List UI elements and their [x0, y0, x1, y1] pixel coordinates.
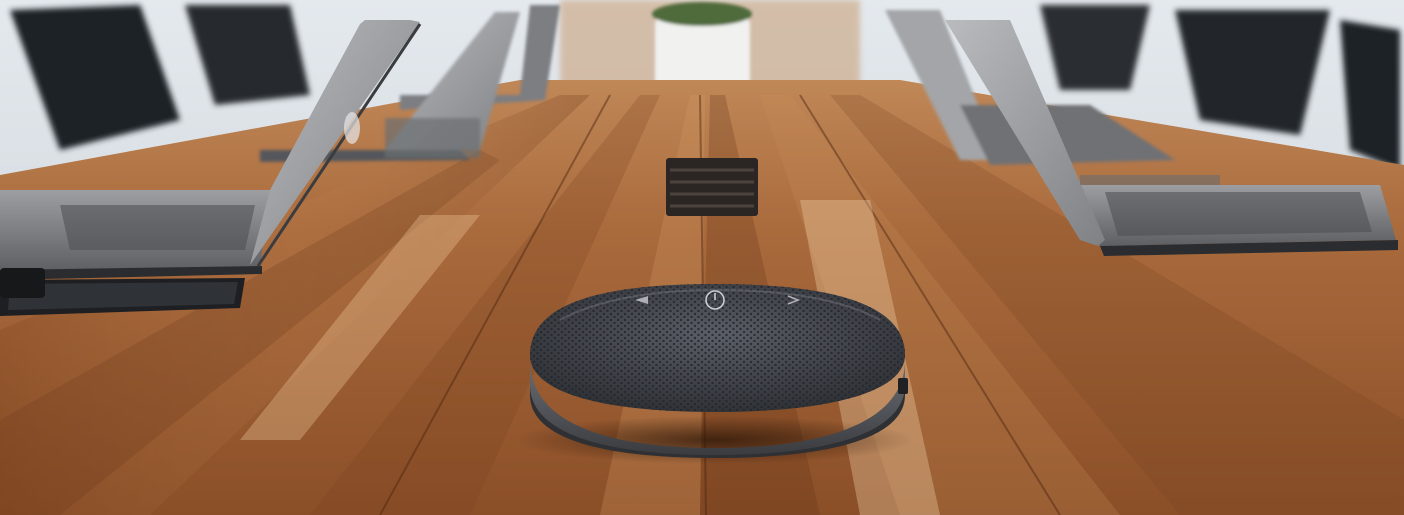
cable-grommet: [666, 158, 758, 216]
photo-scene: [0, 0, 1404, 515]
cable-clip: [0, 268, 45, 298]
logo-icon: [344, 112, 360, 144]
speaker-port: [898, 378, 908, 394]
scene-svg: [0, 0, 1404, 515]
